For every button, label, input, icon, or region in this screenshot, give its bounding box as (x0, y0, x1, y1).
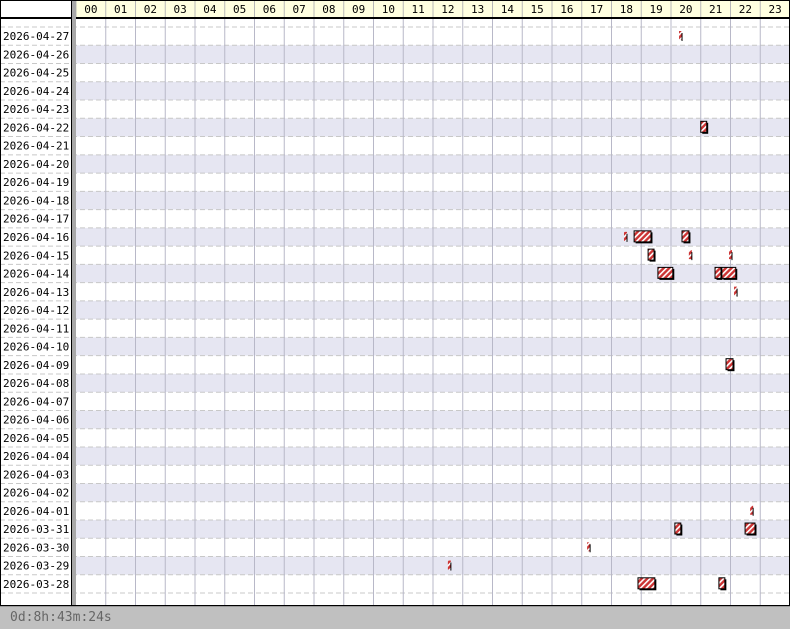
date-label: 2026-03-31 (3, 523, 69, 536)
hour-label: 07 (293, 3, 306, 16)
date-label: 2026-04-01 (3, 505, 69, 518)
hour-label: 04 (203, 3, 217, 16)
date-label: 2026-04-07 (3, 395, 69, 408)
hour-label: 14 (501, 3, 515, 16)
hour-label: 05 (233, 3, 246, 16)
date-label: 2026-04-23 (3, 103, 69, 116)
hour-label: 19 (650, 3, 663, 16)
hour-label: 11 (412, 3, 425, 16)
date-label: 2026-04-02 (3, 487, 69, 500)
hour-label: 16 (560, 3, 573, 16)
date-label: 2026-04-15 (3, 249, 69, 262)
event-bar (681, 230, 690, 243)
date-label: 2026-04-12 (3, 304, 69, 317)
event-bar (700, 120, 708, 133)
event-bar (714, 266, 722, 279)
left-axis-bar (72, 0, 76, 605)
date-label: 2026-04-04 (3, 450, 70, 463)
event-bar (721, 266, 737, 279)
hour-label: 22 (739, 3, 752, 16)
header-corner (0, 0, 72, 18)
date-label: 2026-04-26 (3, 48, 69, 61)
hour-label: 21 (709, 3, 722, 16)
date-label: 2026-04-13 (3, 286, 69, 299)
date-label: 2026-04-10 (3, 341, 69, 354)
date-label: 2026-04-06 (3, 414, 69, 427)
date-label: 2026-03-28 (3, 578, 69, 591)
date-label: 2026-04-24 (3, 85, 70, 98)
event-bar (674, 522, 682, 535)
event-bar (633, 230, 652, 243)
date-label: 2026-04-20 (3, 158, 69, 171)
event-bar (647, 248, 655, 261)
total-duration: 0d:8h:43m:24s (10, 610, 112, 625)
date-label: 2026-04-05 (3, 432, 69, 445)
event-bar (725, 358, 734, 371)
timeline-chart: 2026-04-27 2026-04-26 2026-04-25 2026-04-24… (0, 0, 790, 606)
date-label: 2026-04-11 (3, 322, 69, 335)
hour-label: 00 (84, 3, 97, 16)
date-label: 2026-04-09 (3, 359, 69, 372)
date-label: 2026-04-08 (3, 377, 69, 390)
date-label: 2026-04-03 (3, 468, 69, 481)
hour-label: 18 (620, 3, 633, 16)
date-label: 2026-04-16 (3, 231, 69, 244)
hour-label: 10 (382, 3, 395, 16)
date-label: 2026-04-21 (3, 140, 69, 153)
date-label: 2026-04-27 (3, 30, 69, 43)
date-label: 2026-03-29 (3, 560, 69, 573)
date-label: 2026-03-30 (3, 541, 69, 554)
hour-label: 17 (590, 3, 603, 16)
event-bar (657, 266, 674, 279)
event-bar (637, 577, 656, 590)
footer-bar: 0d:8h:43m:24s (0, 606, 790, 629)
date-label: 2026-04-17 (3, 213, 69, 226)
hour-label: 12 (441, 3, 454, 16)
date-label: 2026-04-25 (3, 67, 69, 80)
event-bar (744, 522, 756, 535)
date-label: 2026-04-19 (3, 176, 69, 189)
hour-label: 06 (263, 3, 276, 16)
hour-label: 13 (471, 3, 484, 16)
date-label: 2026-04-18 (3, 194, 69, 207)
hour-label: 02 (144, 3, 157, 16)
hour-label: 01 (114, 3, 127, 16)
hour-label: 03 (174, 3, 187, 16)
event-bar (718, 577, 726, 590)
hour-label: 08 (322, 3, 335, 16)
hour-label: 09 (352, 3, 365, 16)
hour-label: 15 (531, 3, 544, 16)
date-label: 2026-04-22 (3, 121, 69, 134)
hour-label: 20 (679, 3, 692, 16)
hour-label: 23 (769, 3, 782, 16)
date-label: 2026-04-14 (3, 268, 70, 281)
